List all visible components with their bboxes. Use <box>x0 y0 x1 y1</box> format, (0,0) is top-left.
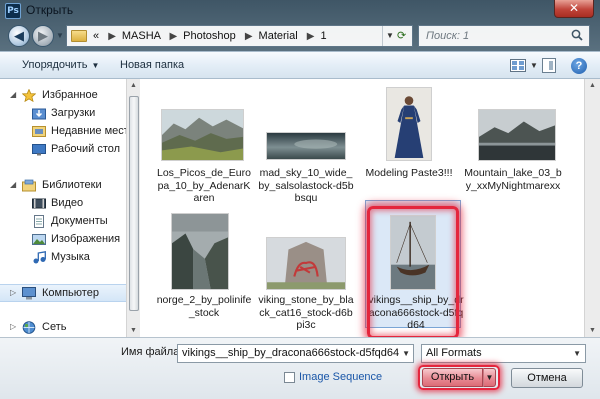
cancel-button[interactable]: Отмена <box>511 368 583 388</box>
new-folder-button[interactable]: Новая папка <box>120 59 184 71</box>
photoshop-app-icon: Ps <box>5 3 21 19</box>
title-bar: Ps Открыть ✕ <box>0 0 600 22</box>
file-thumbnail <box>478 109 556 161</box>
close-button[interactable]: ✕ <box>554 0 594 18</box>
chevron-down-icon[interactable]: ▼ <box>402 349 410 358</box>
organize-button[interactable]: Упорядочить ▼ <box>22 59 99 71</box>
collapse-arrow-icon[interactable]: ◢ <box>10 90 16 99</box>
change-view-icon[interactable] <box>510 59 526 72</box>
search-icon[interactable] <box>571 29 583 41</box>
folder-icon <box>71 30 87 42</box>
window-title: Открыть <box>26 3 74 17</box>
recent-locations-dropdown-icon[interactable]: ▼ <box>56 31 64 40</box>
sidebar-item-recent-places[interactable]: Недавние места <box>0 123 126 141</box>
scroll-up-icon[interactable]: ▲ <box>589 82 596 89</box>
highlight-annotation <box>367 206 459 339</box>
sidebar-item-pictures[interactable]: Изображения <box>0 231 126 249</box>
recent-places-icon <box>32 126 46 137</box>
file-thumbnail <box>386 87 432 161</box>
file-name: Mountain_lake_03_by_xxMyNightmarexx <box>464 167 562 192</box>
filename-input[interactable]: vikings__ship_by_dracona666stock-d5fqd64… <box>177 344 414 363</box>
computer-icon <box>22 287 36 300</box>
scrollbar-thumb[interactable] <box>129 96 139 311</box>
file-thumbnail <box>161 109 244 161</box>
desktop-icon <box>32 144 46 156</box>
filename-label: Имя файла: <box>121 346 183 358</box>
sidebar-item-video[interactable]: Видео <box>0 195 126 213</box>
music-icon <box>33 251 46 264</box>
sidebar-item-documents[interactable]: Документы <box>0 213 126 231</box>
format-value: All Formats <box>426 347 482 359</box>
chevron-down-icon[interactable]: ▼ <box>573 349 581 358</box>
search-placeholder: Поиск: 1 <box>426 30 470 42</box>
file-list-scrollbar[interactable]: ▲ ▼ <box>584 79 600 337</box>
libraries-icon <box>22 179 36 192</box>
navigation-bar: ◀ ▶ ▼ « ▶ MASHA ▶ Photoshop ▶ Material ▶ 1 ▼… <box>0 22 600 50</box>
file-format-select[interactable]: All Formats ▼ <box>421 344 586 363</box>
documents-icon <box>34 215 44 228</box>
sidebar-item-desktop[interactable]: Рабочий стол <box>0 141 126 159</box>
help-icon[interactable]: ? <box>571 58 587 74</box>
breadcrumb: « ▶ MASHA ▶ Photoshop ▶ Material ▶ 1 <box>93 30 327 42</box>
scroll-down-icon[interactable]: ▼ <box>130 327 137 334</box>
forward-button[interactable]: ▶ <box>32 25 54 47</box>
expand-arrow-icon[interactable]: ▷ <box>10 288 16 297</box>
scroll-up-icon[interactable]: ▲ <box>130 82 137 89</box>
filename-value: vikings__ship_by_dracona666stock-d5fqd64 <box>182 347 400 359</box>
file-name: Modeling Paste3!!! <box>365 167 453 179</box>
preview-pane-icon[interactable] <box>542 58 556 73</box>
address-bar[interactable]: « ▶ MASHA ▶ Photoshop ▶ Material ▶ 1 ▼ ⟳ <box>66 25 413 47</box>
file-thumbnail <box>266 132 346 160</box>
sidebar-item-libraries[interactable]: ◢ Библиотеки <box>0 177 126 195</box>
breadcrumb-item[interactable]: 1 <box>320 30 326 42</box>
file-name: Los_Picos_de_Europa_10_by_AdenarKaren <box>157 167 251 204</box>
sidebar-item-music[interactable]: Музыка <box>0 249 126 267</box>
open-button[interactable]: Открыть <box>422 368 483 387</box>
search-input[interactable]: Поиск: 1 <box>418 25 590 47</box>
scroll-down-icon[interactable]: ▼ <box>589 327 596 334</box>
downloads-icon <box>32 108 46 120</box>
expand-arrow-icon[interactable]: ▷ <box>10 322 16 331</box>
breadcrumb-item[interactable]: MASHA <box>122 30 161 42</box>
file-list: Los_Picos_de_Europa_10_by_AdenarKaren ma… <box>140 79 584 337</box>
file-thumbnail <box>171 213 229 290</box>
command-bar: Упорядочить ▼ Новая папка ▼ ? <box>0 51 600 79</box>
breadcrumb-overflow[interactable]: « <box>93 30 99 42</box>
network-icon <box>22 321 36 334</box>
refresh-icon[interactable]: ⟳ <box>397 29 406 42</box>
breadcrumb-item[interactable]: Material <box>259 30 298 42</box>
file-thumbnail <box>266 237 346 290</box>
sidebar-item-downloads[interactable]: Загрузки <box>0 105 126 123</box>
pictures-icon <box>32 234 46 245</box>
back-button[interactable]: ◀ <box>8 25 30 47</box>
file-name: mad_sky_10_wide_by_salsolastock-d5bbsqu <box>258 167 354 204</box>
file-name: norge_2_by_polinife_stock <box>156 294 252 319</box>
view-options-dropdown-icon[interactable]: ▼ <box>530 61 538 70</box>
file-name: viking_stone_by_black_cat16_stock-d6bpi3… <box>258 294 354 331</box>
sidebar-item-favorites[interactable]: ◢ Избранное <box>0 87 126 105</box>
image-sequence-label[interactable]: Image Sequence <box>299 371 382 383</box>
sidebar-item-computer[interactable]: ▷ Компьютер <box>0 284 126 302</box>
image-sequence-checkbox[interactable] <box>284 372 295 383</box>
sidebar-item-network[interactable]: ▷ Сеть <box>0 319 126 337</box>
address-controls: ▼ ⟳ <box>382 26 412 46</box>
sidebar-scrollbar[interactable]: ▲ ▼ <box>126 79 140 337</box>
chevron-down-icon: ▼ <box>91 61 100 70</box>
breadcrumb-item[interactable]: Photoshop <box>183 30 236 42</box>
star-icon <box>22 89 36 102</box>
address-dropdown-icon[interactable]: ▼ <box>386 31 394 40</box>
navigation-pane: ◢ Избранное Загрузки Недавние места Рабо… <box>0 79 126 337</box>
open-options-dropdown-icon[interactable]: ▼ <box>483 368 496 387</box>
collapse-arrow-icon[interactable]: ◢ <box>10 180 16 189</box>
video-icon <box>32 198 46 209</box>
